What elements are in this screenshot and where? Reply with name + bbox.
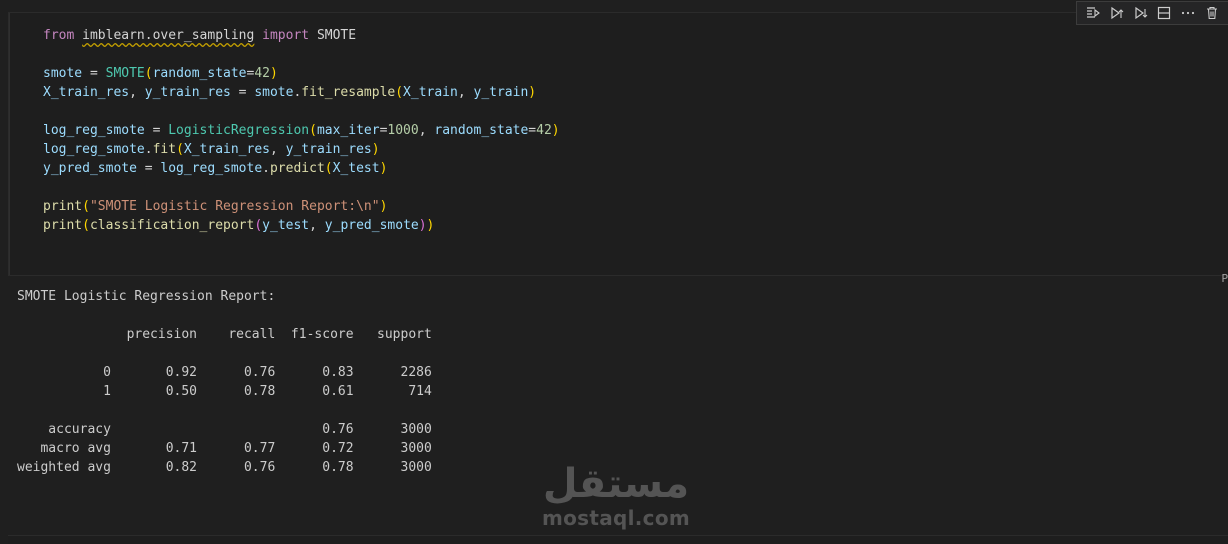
cell-language-label[interactable]: P <box>1221 272 1228 285</box>
cell-focus-bar <box>9 13 10 275</box>
keyword-from: from <box>43 28 75 43</box>
code-token: 42 <box>254 66 270 81</box>
code-token: y_pred_smote <box>43 161 137 176</box>
code-token: "SMOTE Logistic Regression Report:\n" <box>89 199 380 214</box>
watermark-logo: مستقل mostaql.com <box>536 462 696 530</box>
code-token: X_test <box>332 161 380 176</box>
code-token: print <box>43 199 83 214</box>
delete-icon[interactable] <box>1202 3 1222 23</box>
code-token: log_reg_smote <box>160 161 263 176</box>
code-token: LogisticRegression <box>168 123 310 138</box>
code-token: fit <box>152 142 177 157</box>
execute-above-icon[interactable] <box>1107 3 1127 23</box>
code-cell[interactable]: from imblearn.over_sampling import SMOTE… <box>8 12 1228 285</box>
code-token: y_train <box>473 85 529 100</box>
code-token: SMOTE <box>105 66 145 81</box>
watermark-url: mostaql.com <box>541 506 691 530</box>
code-token: y_train_res <box>285 142 372 157</box>
code-token: random_state <box>434 123 529 138</box>
code-token: max_iter <box>316 123 380 138</box>
code-token: = <box>82 66 106 81</box>
code-token: log_reg_smote <box>43 142 145 157</box>
code-token: print <box>43 218 83 233</box>
run-by-line-icon[interactable] <box>1083 3 1103 23</box>
code-token: random_state <box>152 66 247 81</box>
code-token: y_train_res <box>144 85 231 100</box>
code-token: smote <box>43 66 83 81</box>
code-token: predict <box>269 161 325 176</box>
code-token: y_test <box>262 218 310 233</box>
module-name: imblearn.over_sampling <box>82 28 255 43</box>
import-name: SMOTE <box>316 28 357 43</box>
code-editor[interactable]: from imblearn.over_sampling import SMOTE… <box>43 26 560 235</box>
code-token: X_train_res <box>43 85 130 100</box>
code-token: 42 <box>536 123 552 138</box>
code-token: fit_resample <box>301 85 396 100</box>
more-icon[interactable] <box>1178 3 1198 23</box>
code-token: y_pred_smote <box>324 218 419 233</box>
code-token: classification_report <box>89 218 255 233</box>
execute-below-icon[interactable] <box>1131 3 1151 23</box>
cell-output: SMOTE Logistic Regression Report: precis… <box>17 289 432 475</box>
code-token: smote <box>254 85 294 100</box>
code-token: 1000 <box>387 123 419 138</box>
keyword-import: import <box>262 28 310 43</box>
cell-toolbar <box>1076 1 1228 25</box>
code-token: X_train_res <box>183 142 270 157</box>
code-token: X_train <box>403 85 458 100</box>
watermark-arabic: مستقل <box>542 461 690 507</box>
code-token: log_reg_smote <box>43 123 145 138</box>
split-cell-icon[interactable] <box>1154 3 1174 23</box>
